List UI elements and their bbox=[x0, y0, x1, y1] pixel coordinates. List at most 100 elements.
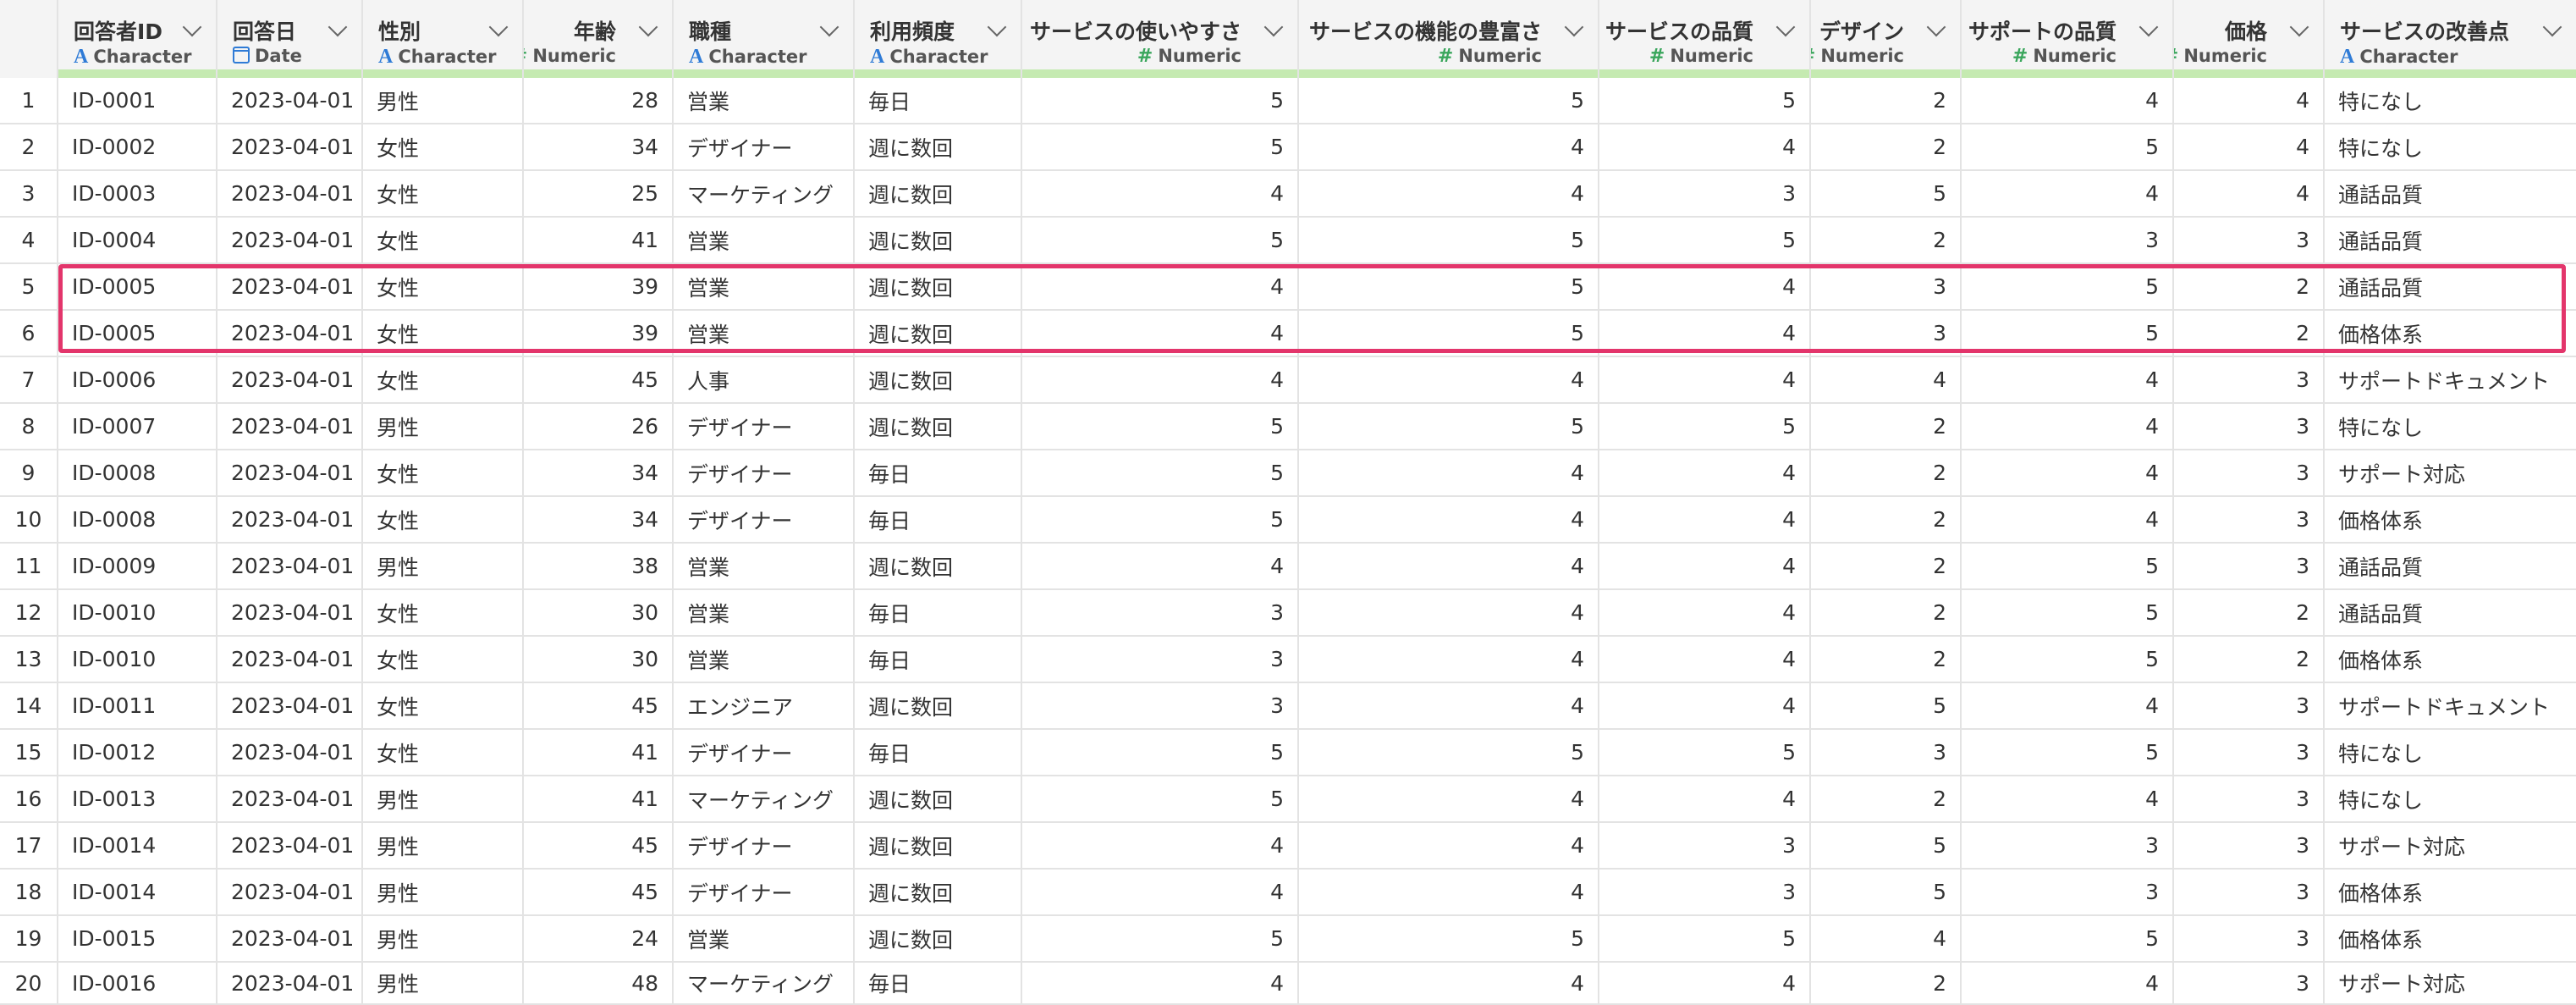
table-cell[interactable]: ID-0005 bbox=[58, 264, 217, 311]
table-cell[interactable]: 2023-04-01 bbox=[217, 404, 363, 450]
table-cell[interactable]: 通話品質 bbox=[2325, 218, 2576, 264]
table-cell[interactable]: 2 bbox=[1811, 218, 1962, 264]
table-cell[interactable]: 2 bbox=[1811, 544, 1962, 590]
table-cell[interactable]: 5 bbox=[1962, 730, 2174, 776]
table-cell[interactable]: 3 bbox=[2174, 218, 2325, 264]
table-cell[interactable]: 5 bbox=[1811, 683, 1962, 730]
table-cell[interactable]: 2023-04-01 bbox=[217, 590, 363, 637]
chevron-down-icon[interactable] bbox=[1263, 17, 1284, 37]
table-cell[interactable]: 5 bbox=[1962, 590, 2174, 637]
table-cell[interactable]: ID-0012 bbox=[58, 730, 217, 776]
table-cell[interactable]: ID-0016 bbox=[58, 963, 217, 1005]
table-cell[interactable]: 5 bbox=[1299, 404, 1599, 450]
table-cell[interactable]: 4 bbox=[1022, 870, 1299, 916]
table-cell[interactable]: 毎日 bbox=[855, 637, 1022, 683]
table-cell[interactable]: 男性 bbox=[363, 776, 524, 823]
table-cell[interactable]: 4 bbox=[2174, 124, 2325, 171]
table-cell[interactable]: 4 bbox=[1811, 357, 1962, 404]
table-row[interactable]: 13 ID-0010 2023-04-01 女性 30 営業 毎日 3 4 4 2 5 2 価格体系 bbox=[0, 637, 2576, 683]
table-cell[interactable]: 4 bbox=[1962, 776, 2174, 823]
table-cell[interactable]: 4 bbox=[1811, 916, 1962, 963]
table-cell[interactable]: 2023-04-01 bbox=[217, 497, 363, 544]
table-cell[interactable]: 5 bbox=[1299, 218, 1599, 264]
table-row[interactable]: 19 ID-0015 2023-04-01 男性 24 営業 週に数回 5 5 5 4 5 3 価格体系 bbox=[0, 916, 2576, 963]
table-cell[interactable]: 3 bbox=[1811, 730, 1962, 776]
table-cell[interactable]: 営業 bbox=[674, 311, 855, 357]
table-cell[interactable]: 価格体系 bbox=[2325, 311, 2576, 357]
table-cell[interactable]: 4 bbox=[1299, 124, 1599, 171]
table-cell[interactable]: 特になし bbox=[2325, 776, 2576, 823]
table-cell[interactable]: 通話品質 bbox=[2325, 544, 2576, 590]
table-cell[interactable]: 特になし bbox=[2325, 78, 2576, 124]
table-cell[interactable]: 4 bbox=[1599, 776, 1811, 823]
table-cell[interactable]: サポートドキュメント bbox=[2325, 357, 2576, 404]
table-cell[interactable]: 4 bbox=[1299, 450, 1599, 497]
table-cell[interactable]: 2023-04-01 bbox=[217, 311, 363, 357]
table-row[interactable]: 3 ID-0003 2023-04-01 女性 25 マーケティング 週に数回 4 4 3 5 4 4 通… bbox=[0, 171, 2576, 218]
table-cell[interactable]: 5 bbox=[1299, 730, 1599, 776]
chevron-down-icon[interactable] bbox=[1926, 17, 1946, 37]
table-cell[interactable]: 4 bbox=[1962, 171, 2174, 218]
column-header[interactable]: サービスの使いやすさ # Numeric bbox=[1022, 0, 1299, 78]
table-cell[interactable]: 5 bbox=[1811, 171, 1962, 218]
table-cell[interactable]: 女性 bbox=[363, 450, 524, 497]
table-cell[interactable]: 5 bbox=[1962, 311, 2174, 357]
table-cell[interactable]: ID-0004 bbox=[58, 218, 217, 264]
table-cell[interactable]: 毎日 bbox=[855, 78, 1022, 124]
table-cell[interactable]: 毎日 bbox=[855, 497, 1022, 544]
table-cell[interactable]: マーケティング bbox=[674, 776, 855, 823]
table-cell[interactable]: 女性 bbox=[363, 637, 524, 683]
table-cell[interactable]: 週に数回 bbox=[855, 124, 1022, 171]
table-cell[interactable]: 価格体系 bbox=[2325, 497, 2576, 544]
table-cell[interactable]: 女性 bbox=[363, 730, 524, 776]
table-row[interactable]: 7 ID-0006 2023-04-01 女性 45 人事 週に数回 4 4 4 4 4 3 サポートドキ… bbox=[0, 357, 2576, 404]
table-cell[interactable]: 営業 bbox=[674, 218, 855, 264]
table-cell[interactable]: 3 bbox=[1599, 171, 1811, 218]
table-cell[interactable]: 3 bbox=[1811, 311, 1962, 357]
table-cell[interactable]: 営業 bbox=[674, 544, 855, 590]
table-cell[interactable]: 通話品質 bbox=[2325, 264, 2576, 311]
table-cell[interactable]: 4 bbox=[1599, 683, 1811, 730]
table-cell[interactable]: 女性 bbox=[363, 124, 524, 171]
table-cell[interactable]: 5 bbox=[1962, 264, 2174, 311]
table-cell[interactable]: 5 bbox=[1022, 124, 1299, 171]
table-cell[interactable]: 営業 bbox=[674, 264, 855, 311]
table-cell[interactable]: 5 bbox=[1022, 218, 1299, 264]
table-cell[interactable]: 4 bbox=[1299, 870, 1599, 916]
table-cell[interactable]: 5 bbox=[1962, 637, 2174, 683]
table-cell[interactable]: 週に数回 bbox=[855, 218, 1022, 264]
table-cell[interactable]: 男性 bbox=[363, 544, 524, 590]
table-cell[interactable]: 34 bbox=[524, 124, 674, 171]
table-cell[interactable]: 5 bbox=[1299, 78, 1599, 124]
table-cell[interactable]: 通話品質 bbox=[2325, 590, 2576, 637]
table-cell[interactable]: ID-0014 bbox=[58, 823, 217, 870]
table-cell[interactable]: 週に数回 bbox=[855, 171, 1022, 218]
table-cell[interactable]: 特になし bbox=[2325, 124, 2576, 171]
table-cell[interactable]: 4 bbox=[1022, 264, 1299, 311]
chevron-down-icon[interactable] bbox=[2138, 17, 2159, 37]
table-cell[interactable]: 女性 bbox=[363, 683, 524, 730]
table-cell[interactable]: 女性 bbox=[363, 590, 524, 637]
table-cell[interactable]: 39 bbox=[524, 264, 674, 311]
table-cell[interactable]: 2023-04-01 bbox=[217, 450, 363, 497]
chevron-down-icon[interactable] bbox=[2542, 17, 2562, 37]
table-cell[interactable]: 価格体系 bbox=[2325, 637, 2576, 683]
table-cell[interactable]: 週に数回 bbox=[855, 264, 1022, 311]
chevron-down-icon[interactable] bbox=[2289, 17, 2309, 37]
table-cell[interactable]: 2 bbox=[1811, 776, 1962, 823]
table-cell[interactable]: ID-0005 bbox=[58, 311, 217, 357]
table-cell[interactable]: ID-0010 bbox=[58, 590, 217, 637]
table-row[interactable]: 6 ID-0005 2023-04-01 女性 39 営業 週に数回 4 5 4 3 5 2 価格体系 bbox=[0, 311, 2576, 357]
table-row[interactable]: 20 ID-0016 2023-04-01 男性 48 マーケティング 毎日 4 4 4 2 4 3 サポ… bbox=[0, 963, 2576, 1005]
table-cell[interactable]: 2023-04-01 bbox=[217, 683, 363, 730]
table-cell[interactable]: ID-0011 bbox=[58, 683, 217, 730]
table-cell[interactable]: 男性 bbox=[363, 404, 524, 450]
table-cell[interactable]: 5 bbox=[1962, 916, 2174, 963]
table-cell[interactable]: 2023-04-01 bbox=[217, 870, 363, 916]
table-cell[interactable]: 3 bbox=[1599, 823, 1811, 870]
table-cell[interactable]: 4 bbox=[1299, 823, 1599, 870]
table-cell[interactable]: 特になし bbox=[2325, 730, 2576, 776]
table-cell[interactable]: 女性 bbox=[363, 357, 524, 404]
table-cell[interactable]: 男性 bbox=[363, 963, 524, 1005]
table-cell[interactable]: マーケティング bbox=[674, 963, 855, 1005]
